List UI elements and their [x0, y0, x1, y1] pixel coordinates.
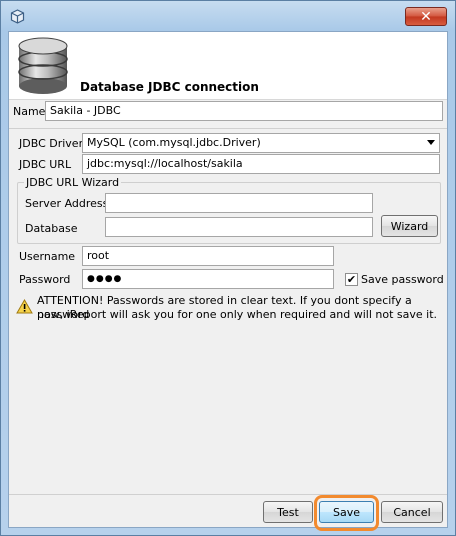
chevron-down-icon [427, 140, 435, 145]
checkmark-icon: ✔ [346, 273, 357, 286]
server-address-field[interactable] [105, 193, 373, 213]
server-address-label: Server Address [25, 197, 109, 210]
jdbc-url-label: JDBC URL [19, 158, 72, 171]
save-password-checkbox[interactable]: ✔ [345, 273, 358, 286]
title-bar[interactable]: ✕ [1, 1, 455, 31]
test-button[interactable]: Test [263, 501, 313, 523]
database-label: Database [25, 222, 78, 235]
cancel-button[interactable]: Cancel [381, 501, 443, 523]
jdbc-url-field[interactable]: jdbc:mysql://localhost/sakila [82, 154, 440, 174]
close-button[interactable]: ✕ [405, 7, 447, 26]
name-field[interactable]: Sakila - JDBC [45, 101, 443, 121]
warning-line-2: now, iReport will ask you for one only w… [37, 308, 438, 321]
header-title: Database JDBC connection [80, 80, 259, 94]
jdbc-driver-select[interactable]: MySQL (com.mysql.jdbc.Driver) [82, 133, 440, 153]
password-label: Password [19, 273, 71, 286]
username-field[interactable]: root [82, 246, 334, 266]
jdbc-driver-label: JDBC Driver [19, 137, 84, 150]
close-icon: ✕ [420, 8, 432, 25]
username-label: Username [19, 250, 76, 263]
wizard-button[interactable]: Wizard [381, 215, 438, 237]
header-panel: Database JDBC connection [9, 32, 447, 100]
password-field[interactable]: ●●●● [82, 269, 334, 289]
dialog-content: Database JDBC connection Name Sakila - J… [8, 31, 448, 528]
separator [9, 128, 447, 129]
warning-icon [16, 299, 33, 314]
separator [9, 494, 447, 495]
jdbc-url-wizard-title: JDBC URL Wizard [24, 176, 122, 189]
dialog-window: ✕ Database JDBC connection Name Sakila -… [0, 0, 456, 536]
database-field[interactable] [105, 217, 373, 237]
database-icon [18, 37, 68, 94]
save-button-highlight [314, 495, 379, 531]
app-cube-icon [10, 9, 25, 24]
save-password-label: Save password [361, 273, 444, 286]
name-label: Name [13, 105, 46, 118]
jdbc-driver-value: MySQL (com.mysql.jdbc.Driver) [87, 136, 261, 149]
